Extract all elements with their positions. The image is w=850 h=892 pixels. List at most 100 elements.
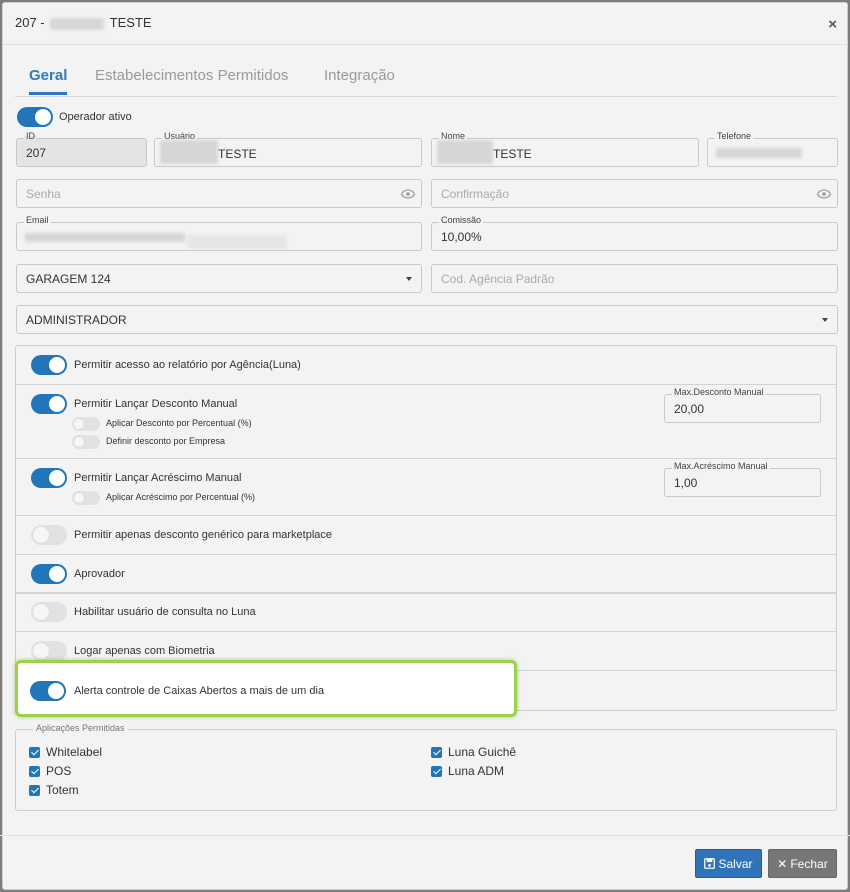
tab-geral[interactable]: Geral — [29, 67, 68, 95]
nome-value-suffix: TESTE — [493, 147, 532, 162]
applications-legend: Aplicações Permitidas — [33, 723, 128, 733]
id-value: 207 — [26, 146, 47, 160]
max-acrescimo-value: 1,00 — [674, 476, 698, 490]
save-button[interactable]: Salvar — [695, 849, 762, 878]
comissao-value: 10,00% — [441, 230, 482, 244]
alerta-caixas-label: Alerta controle de Caixas Abertos a mais… — [74, 685, 325, 697]
redacted-email-extra — [187, 235, 287, 249]
max-desconto-label: Max.Desconto Manual — [672, 387, 766, 397]
chevron-down-icon — [822, 318, 828, 322]
redacted-name-value — [437, 140, 493, 164]
garagem-value: GARAGEM 124 — [26, 272, 111, 286]
telefone-label: Telefone — [715, 131, 754, 141]
permissions-panel: Permitir acesso ao relatório por Agência… — [15, 345, 837, 711]
eye-icon[interactable] — [401, 187, 415, 201]
divider — [16, 554, 836, 555]
nome-field[interactable]: Nome TESTE — [431, 131, 699, 167]
relatorio-agencia-label: Permitir acesso ao relatório por Agência… — [74, 359, 301, 371]
desconto-manual-label: Permitir Lançar Desconto Manual — [74, 398, 238, 410]
max-desconto-field[interactable]: Max.Desconto Manual 20,00 — [664, 387, 821, 423]
perfil-value: ADMINISTRADOR — [26, 313, 127, 327]
consulta-luna-label: Habilitar usuário de consulta no Luna — [74, 606, 256, 618]
operator-active-toggle[interactable] — [17, 107, 53, 127]
luna-guiche-checkbox[interactable] — [431, 747, 442, 758]
usuario-value: TESTE — [160, 140, 257, 164]
max-desconto-value: 20,00 — [674, 402, 705, 416]
chevron-down-icon — [406, 277, 412, 281]
modal-title-suffix: TESTE — [109, 15, 152, 30]
redacted-email — [25, 233, 185, 242]
applications-fieldset: Aplicações Permitidas Whitelabel POS Tot… — [15, 723, 837, 811]
max-acrescimo-field[interactable]: Max.Acréscimo Manual 1,00 — [664, 461, 821, 497]
confirmacao-placeholder: Confirmação — [441, 187, 510, 201]
footer-divider — [0, 835, 850, 836]
luna-guiche-label: Luna Guichê — [448, 745, 517, 759]
close-icon[interactable]: × — [828, 16, 837, 33]
luna-adm-label: Luna ADM — [448, 764, 505, 778]
email-label: Email — [24, 215, 51, 225]
aprovador-label: Aprovador — [74, 568, 125, 580]
desconto-percentual-label: Aplicar Desconto por Percentual (%) — [106, 418, 252, 428]
whitelabel-checkbox[interactable] — [29, 747, 40, 758]
acrescimo-manual-label: Permitir Lançar Acréscimo Manual — [74, 472, 242, 484]
biometria-toggle[interactable] — [31, 641, 67, 661]
nome-value: TESTE — [437, 140, 532, 164]
alerta-caixas-toggle[interactable] — [30, 681, 66, 701]
id-field: ID 207 — [16, 131, 147, 167]
tab-bar: Geral Estabelecimentos Permitidos Integr… — [15, 61, 837, 97]
eye-icon[interactable] — [817, 187, 831, 201]
divider — [16, 631, 836, 632]
tab-estabelecimentos-permitidos[interactable]: Estabelecimentos Permitidos — [95, 67, 288, 92]
usuario-field[interactable]: Usuário TESTE — [154, 131, 422, 167]
acrescimo-percentual-toggle[interactable] — [72, 491, 100, 505]
desconto-manual-toggle[interactable] — [31, 394, 67, 414]
floppy-disk-icon — [704, 858, 716, 869]
desconto-marketplace-toggle[interactable] — [31, 525, 67, 545]
max-acrescimo-label: Max.Acréscimo Manual — [672, 461, 770, 471]
cod-agencia-input[interactable]: Cod. Agência Padrão — [431, 264, 838, 293]
desconto-empresa-label: Definir desconto por Empresa — [106, 436, 226, 446]
senha-input[interactable]: Senha — [16, 179, 422, 208]
close-icon: ✕ — [777, 857, 788, 871]
acrescimo-percentual-label: Aplicar Acréscimo por Percentual (%) — [106, 492, 256, 502]
save-button-label: Salvar — [718, 857, 753, 871]
email-field[interactable]: Email — [16, 215, 422, 251]
consulta-luna-toggle[interactable] — [31, 602, 67, 622]
aprovador-toggle[interactable] — [31, 564, 67, 584]
pos-label: POS — [46, 764, 72, 778]
pos-checkbox[interactable] — [29, 766, 40, 777]
comissao-field[interactable]: Comissão 10,00% — [431, 215, 838, 251]
divider — [16, 515, 836, 516]
confirmacao-input[interactable]: Confirmação — [431, 179, 838, 208]
desconto-marketplace-label: Permitir apenas desconto genérico para m… — [74, 529, 333, 541]
modal-header: 207 - TESTE × — [3, 3, 847, 45]
modal-title-prefix: 207 - — [15, 15, 45, 30]
biometria-label: Logar apenas com Biometria — [74, 645, 215, 657]
senha-placeholder: Senha — [26, 187, 61, 201]
id-label: ID — [24, 131, 37, 141]
perfil-select[interactable]: ADMINISTRADOR — [16, 305, 838, 334]
modal-title: 207 - TESTE — [15, 15, 152, 30]
acrescimo-manual-toggle[interactable] — [31, 468, 67, 488]
redacted-phone — [716, 148, 802, 158]
comissao-label: Comissão — [439, 215, 484, 225]
redacted-username — [160, 140, 218, 164]
desconto-empresa-toggle[interactable] — [72, 435, 100, 449]
tab-integracao[interactable]: Integração — [324, 67, 395, 92]
desconto-percentual-toggle[interactable] — [72, 417, 100, 431]
totem-checkbox[interactable] — [29, 785, 40, 796]
close-button-label: Fechar — [790, 857, 828, 871]
luna-adm-checkbox[interactable] — [431, 766, 442, 777]
close-button[interactable]: ✕ Fechar — [768, 849, 837, 878]
divider — [16, 592, 836, 594]
garagem-select[interactable]: GARAGEM 124 — [16, 264, 422, 293]
relatorio-agencia-toggle[interactable] — [31, 355, 67, 375]
telefone-field[interactable]: Telefone — [707, 131, 838, 167]
redacted-name — [50, 17, 105, 30]
divider — [16, 384, 836, 385]
alerta-caixas-highlight: Alerta controle de Caixas Abertos a mais… — [15, 660, 517, 717]
cod-agencia-placeholder: Cod. Agência Padrão — [441, 272, 555, 286]
divider — [16, 458, 836, 459]
whitelabel-label: Whitelabel — [46, 745, 103, 759]
operator-active-label: Operador ativo — [59, 111, 132, 123]
